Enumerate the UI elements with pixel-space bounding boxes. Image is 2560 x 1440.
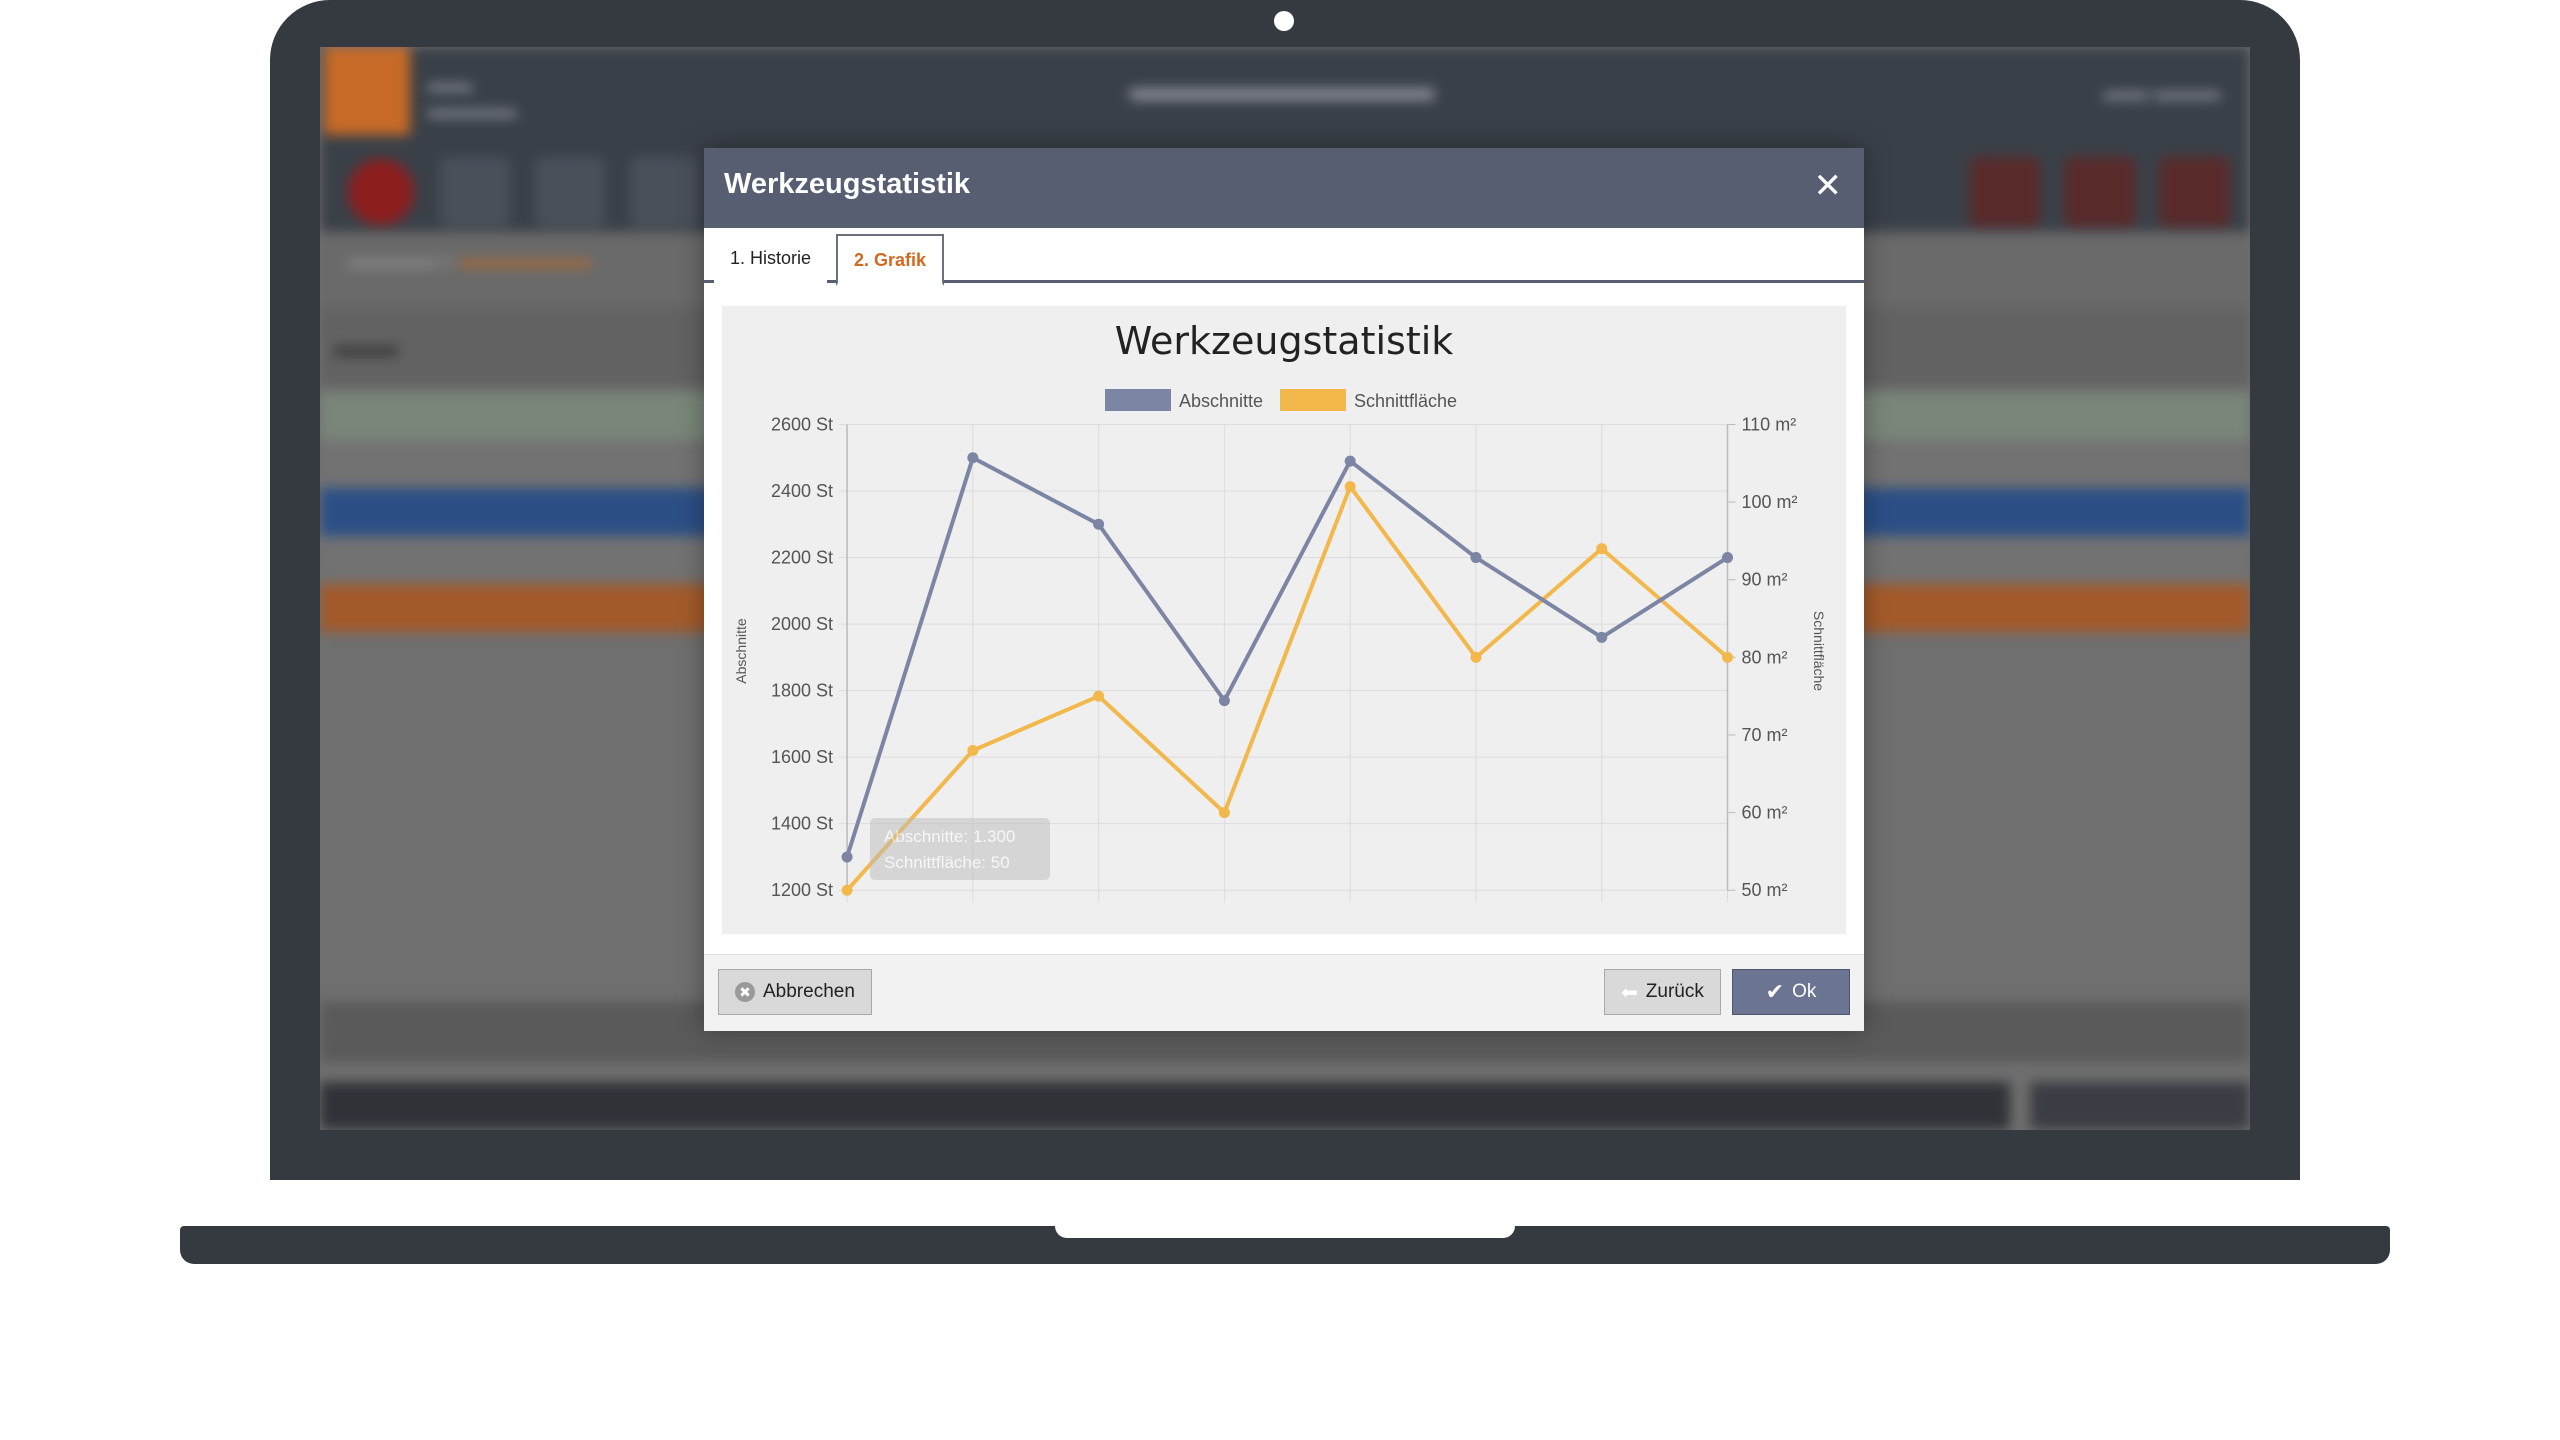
y-right-tick-label: 100 m²: [1742, 492, 1798, 512]
dialog-title: Werkzeugstatistik: [724, 168, 971, 200]
app-title-blurred: ▬▬▬▬▬▬▬▬: [1130, 67, 1434, 109]
app-logo-text: ▬▬ ▬▬▬▬: [428, 71, 516, 122]
data-point-schnittflaeche: [1722, 651, 1734, 663]
y-right-tick-label: 50 m²: [1742, 880, 1788, 900]
data-point-schnittflaeche: [1596, 543, 1608, 555]
close-icon[interactable]: ✕: [1814, 168, 1843, 204]
app-table-header-text: ▬▬: [334, 327, 398, 363]
legend-swatch-abschnitte[interactable]: [1105, 389, 1171, 411]
data-point-abschnitte: [967, 452, 979, 464]
data-point-schnittflaeche: [1218, 807, 1230, 819]
cancel-button-label: Abbrechen: [763, 981, 855, 1002]
arrow-left-icon: ⬅: [1621, 981, 1638, 1004]
y-left-tick-label: 2000 St: [771, 614, 833, 634]
record-button-blurred: [348, 159, 414, 225]
data-point-abschnitte: [1344, 455, 1356, 467]
y-right-tick-label: 90 m²: [1742, 570, 1788, 590]
app-statusbar-right: [2030, 1082, 2250, 1130]
tab-grafik[interactable]: 2. Grafik: [836, 234, 945, 286]
y-right-tick-label: 70 m²: [1742, 725, 1788, 745]
data-point-schnittflaeche: [1344, 481, 1356, 493]
data-point-abschnitte: [1218, 695, 1230, 707]
tooltip-line-2: Schnittfläche: 50: [884, 853, 1010, 872]
y-axis-left-label: Abschnitte: [733, 618, 749, 684]
series-line-abschnitte: [845, 455, 1729, 858]
app-logo: [324, 47, 410, 135]
toolbar-button-blurred: [630, 157, 700, 227]
back-button[interactable]: ⬅ Zurück: [1604, 969, 1721, 1015]
toolbar-button-blurred: [2160, 157, 2230, 227]
data-point-schnittflaeche: [967, 744, 979, 756]
data-point-abschnitte: [841, 851, 853, 863]
y-left-tick-label: 1200 St: [771, 880, 833, 900]
laptop-base-notch: [1055, 1226, 1515, 1238]
data-point-schnittflaeche: [1093, 690, 1105, 702]
chart-tooltip: Abschnitte: 1.300 Schnittfläche: 50: [870, 818, 1050, 880]
check-icon: ✔: [1765, 979, 1785, 1004]
tooltip-line-1: Abschnitte: 1.300: [884, 827, 1015, 846]
ok-button[interactable]: ✔ Ok: [1732, 969, 1850, 1015]
app-statusbar: [320, 1082, 2010, 1130]
data-point-schnittflaeche: [841, 884, 853, 896]
app-user-blurred: ▬▬ ▬▬▬: [2103, 79, 2220, 104]
toolbar-button-blurred: [2065, 157, 2135, 227]
data-point-schnittflaeche: [1470, 651, 1482, 663]
y-right-tick-label: 80 m²: [1742, 647, 1788, 667]
chart-panel: Werkzeugstatistik Abschnitte Schnittfläc…: [722, 306, 1846, 934]
legend-swatch-schnittflaeche[interactable]: [1280, 389, 1346, 411]
ok-button-label: Ok: [1792, 981, 1817, 1002]
data-point-abschnitte: [1596, 631, 1608, 643]
cancel-button[interactable]: ✖ Abbrechen: [718, 969, 872, 1015]
y-left-tick-label: 1800 St: [771, 681, 833, 701]
dialog-footer: ✖ Abbrechen ⬅ Zurück ✔ Ok: [704, 954, 1864, 1031]
line-chart: Werkzeugstatistik Abschnitte Schnittfläc…: [733, 319, 1827, 903]
toolbar-button-blurred: [535, 157, 605, 227]
data-point-abschnitte: [1470, 552, 1482, 564]
cancel-x-icon: ✖: [735, 982, 755, 1002]
y-right-tick-label: 110 m²: [1742, 414, 1797, 434]
y-axis-right-label: Schnittfläche: [1811, 611, 1827, 691]
werkzeugstatistik-dialog: Werkzeugstatistik ✕ 1. Historie 2. Grafi…: [704, 148, 1864, 1031]
chart-title: Werkzeugstatistik: [1115, 319, 1454, 363]
y-left-tick-label: 2200 St: [771, 548, 833, 568]
toolbar-button-blurred: [1970, 157, 2040, 227]
tab-bar: 1. Historie 2. Grafik: [704, 228, 1864, 286]
app-breadcrumb-text: ▬▬▬▬ ▸ ▬▬▬▬▬▬: [348, 247, 592, 272]
back-button-label: Zurück: [1645, 981, 1704, 1002]
legend-label-schnittflaeche: Schnittfläche: [1354, 391, 1457, 411]
tab-historie[interactable]: 1. Historie: [714, 234, 828, 286]
toolbar-button-blurred: [440, 157, 510, 227]
data-point-abschnitte: [1093, 518, 1105, 530]
y-left-tick-label: 1400 St: [771, 814, 833, 834]
y-left-tick-label: 2600 St: [771, 414, 833, 434]
y-right-tick-label: 60 m²: [1742, 803, 1788, 823]
camera-dot: [1274, 11, 1294, 31]
dialog-header: Werkzeugstatistik ✕: [704, 148, 1864, 228]
y-left-tick-label: 1600 St: [771, 747, 833, 767]
legend-label-abschnitte: Abschnitte: [1179, 391, 1263, 411]
y-left-tick-label: 2400 St: [771, 481, 833, 501]
data-point-abschnitte: [1722, 552, 1734, 564]
